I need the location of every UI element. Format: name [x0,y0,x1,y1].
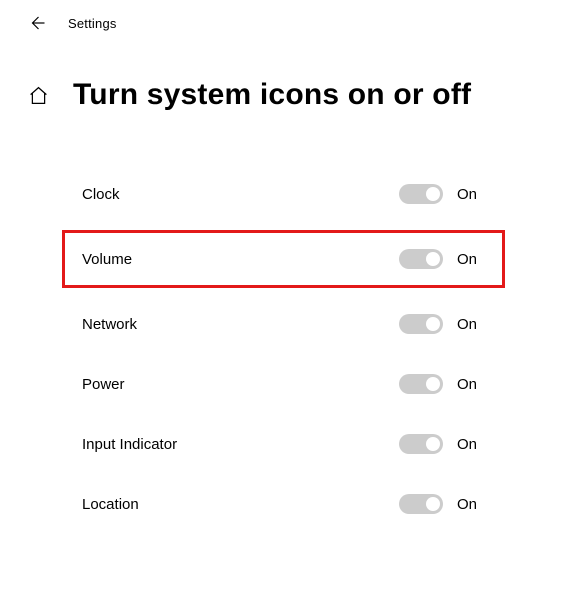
toggle-group: On [399,184,485,204]
header-bar: Settings [0,0,567,40]
toggle-state-label: On [457,436,485,453]
row-label: Network [82,316,137,333]
toggle-list: Clock On Volume On Network [0,122,567,534]
list-item: Input Indicator On [0,414,567,474]
toggle-switch[interactable] [399,249,443,269]
toggle-knob [426,377,440,391]
back-icon[interactable] [28,14,46,32]
toggle-switch[interactable] [399,434,443,454]
toggle-group: On [399,434,485,454]
row-label: Power [82,376,125,393]
list-item: Clock On [0,164,567,224]
toggle-knob [426,317,440,331]
toggle-row-clock: Clock On [62,164,505,224]
toggle-switch[interactable] [399,184,443,204]
toggle-knob [426,187,440,201]
toggle-row-volume: Volume On [65,233,502,285]
page-title: Turn system icons on or off [73,78,471,112]
row-label: Input Indicator [82,436,177,453]
toggle-knob [426,437,440,451]
toggle-state-label: On [457,496,485,513]
list-item: Power On [0,354,567,414]
title-row: Turn system icons on or off [0,40,567,122]
toggle-switch[interactable] [399,314,443,334]
toggle-group: On [399,314,485,334]
toggle-state-label: On [457,186,485,203]
home-icon[interactable] [28,85,49,106]
row-label: Location [82,496,139,513]
toggle-group: On [399,494,485,514]
row-label: Clock [82,186,120,203]
toggle-switch[interactable] [399,374,443,394]
toggle-group: On [399,374,485,394]
toggle-switch[interactable] [399,494,443,514]
toggle-state-label: On [457,376,485,393]
list-item: Location On [0,474,567,534]
toggle-state-label: On [457,316,485,333]
list-item-highlighted: Volume On [62,230,505,288]
toggle-row-input-indicator: Input Indicator On [62,414,505,474]
list-item: Network On [0,294,567,354]
toggle-knob [426,497,440,511]
toggle-knob [426,252,440,266]
toggle-row-location: Location On [62,474,505,534]
toggle-group: On [399,249,485,269]
header-title: Settings [68,16,117,31]
row-label: Volume [82,251,132,268]
toggle-state-label: On [457,251,485,268]
toggle-row-power: Power On [62,354,505,414]
toggle-row-network: Network On [62,294,505,354]
